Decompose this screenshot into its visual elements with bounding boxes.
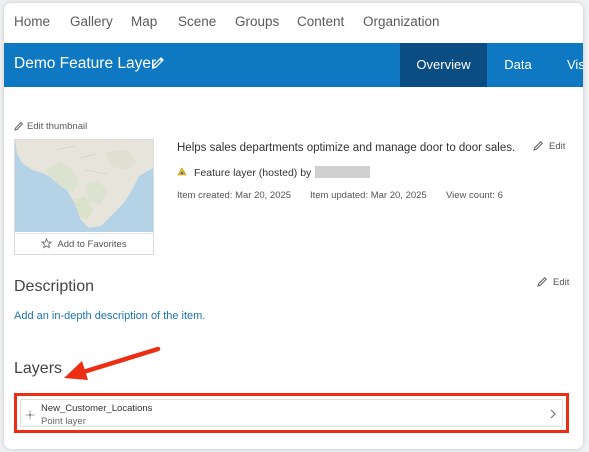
item-summary: Helps sales departments optimize and man… — [177, 142, 516, 154]
layer-name: New_Customer_Locations — [41, 403, 153, 414]
nav-scene[interactable]: Scene — [178, 14, 216, 29]
map-thumbnail — [15, 140, 153, 232]
thumbnail-card: Add to Favorites — [14, 139, 154, 255]
chevron-right-icon[interactable] — [548, 408, 558, 420]
tab-visualization[interactable]: Vis — [567, 43, 583, 87]
add-description-link[interactable]: Add an in-depth description of the item. — [14, 310, 205, 322]
edit-thumbnail-link[interactable]: Edit thumbnail — [14, 121, 87, 132]
item-updated: Item updated: Mar 20, 2025 — [310, 190, 427, 201]
feature-layer-icon — [177, 167, 187, 176]
item-header: Demo Feature Layer Overview Data Vis — [4, 43, 583, 87]
pencil-icon[interactable] — [151, 56, 165, 70]
pencil-icon — [14, 121, 24, 131]
add-to-favorites-button[interactable]: Add to Favorites — [15, 233, 153, 254]
edit-summary-label: Edit — [549, 141, 566, 152]
pencil-icon — [533, 140, 544, 151]
star-icon — [41, 237, 53, 249]
view-count: View count: 6 — [446, 190, 503, 201]
owner-redacted — [315, 166, 371, 178]
nav-home[interactable]: Home — [14, 14, 50, 29]
nav-groups[interactable]: Groups — [235, 14, 279, 29]
item-type-label: Feature layer (hosted) by — [194, 167, 312, 179]
nav-organization[interactable]: Organization — [363, 14, 440, 29]
item-type: Feature layer (hosted) by — [177, 166, 371, 179]
edit-description-button[interactable]: Edit — [537, 276, 569, 288]
layer-item-inner: New_Customer_Locations Point layer — [20, 399, 563, 427]
add-to-favorites-label: Add to Favorites — [57, 239, 127, 250]
nav-map[interactable]: Map — [131, 14, 157, 29]
layer-item[interactable]: New_Customer_Locations Point layer — [14, 393, 569, 433]
layer-type: Point layer — [41, 416, 86, 427]
point-layer-icon — [25, 410, 35, 420]
annotation-arrow-icon — [64, 346, 161, 380]
item-page: Home Gallery Map Scene Groups Content Or… — [4, 3, 583, 449]
layers-heading: Layers — [14, 360, 63, 377]
edit-thumbnail-label: Edit thumbnail — [27, 121, 88, 132]
nav-content[interactable]: Content — [297, 14, 344, 29]
item-title: Demo Feature Layer — [14, 55, 157, 72]
pencil-icon — [537, 276, 548, 287]
item-created: Item created: Mar 20, 2025 — [177, 190, 292, 201]
edit-summary-button[interactable]: Edit — [533, 140, 565, 152]
tab-overview[interactable]: Overview — [400, 43, 487, 87]
nav-gallery[interactable]: Gallery — [70, 14, 113, 29]
tab-data[interactable]: Data — [487, 43, 549, 87]
top-navigation: Home Gallery Map Scene Groups Content Or… — [4, 3, 583, 43]
edit-description-label: Edit — [553, 277, 570, 288]
description-heading: Description — [14, 278, 95, 295]
